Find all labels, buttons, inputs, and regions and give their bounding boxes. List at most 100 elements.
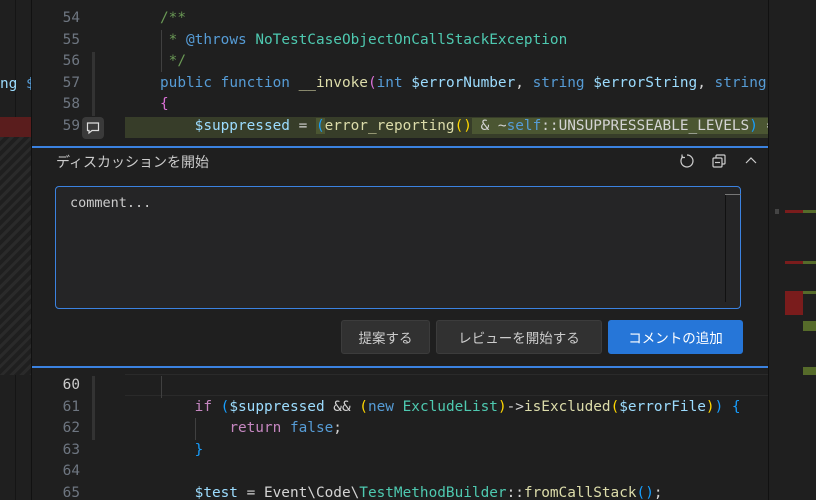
- code-token: (): [454, 118, 472, 134]
- code-token: ,: [515, 74, 533, 91]
- code-token: string: [714, 74, 767, 91]
- code-token: __invoke: [298, 74, 368, 91]
- code-token: $errorNumber: [411, 74, 516, 91]
- code-token: NoTestCaseObjectOnCallStackException: [255, 31, 568, 48]
- code-text: {: [160, 94, 169, 115]
- textarea-scrollbar[interactable]: [725, 194, 741, 302]
- code-text: public function __invoke(int $errorNumbe…: [160, 73, 768, 94]
- add-comment-button[interactable]: コメントの追加: [608, 320, 743, 354]
- overview-ruler[interactable]: [768, 0, 816, 500]
- line-number: 55: [62, 31, 80, 48]
- code-text: $test = Event\Code\TestMethodBuilder::fr…: [160, 483, 663, 500]
- code-token: new: [367, 398, 394, 415]
- widget-title: ディスカッションを開始: [56, 155, 210, 171]
- code-token: ): [705, 398, 715, 415]
- code-token: false: [289, 420, 334, 437]
- code-token: (: [610, 398, 620, 415]
- line-number: 61: [62, 398, 80, 415]
- code-token: {: [731, 398, 741, 415]
- code-token: =: [289, 118, 316, 134]
- code-line[interactable]: 55 * @throws NoTestCaseObjectOnCallStack…: [32, 30, 768, 51]
- code-line[interactable]: 56 */: [32, 51, 768, 72]
- code-token: @throws: [186, 31, 247, 48]
- code-fragment: ng $: [0, 74, 31, 95]
- code-line[interactable]: 64: [32, 461, 768, 482]
- line-number: 58: [62, 96, 80, 113]
- code-text: * @throws NoTestCaseObjectOnCallStackExc…: [160, 30, 568, 51]
- line-number: 56: [62, 53, 80, 70]
- add-comment-gutter-button[interactable]: [82, 117, 104, 139]
- code-line[interactable]: 58 {: [32, 94, 768, 115]
- code-token: & ~: [471, 118, 507, 134]
- code-token: $errorString: [593, 74, 698, 91]
- code-line[interactable]: 57 public function __invoke(int $errorNum…: [32, 73, 768, 94]
- code-line[interactable]: 60: [32, 375, 768, 396]
- line-number: 63: [62, 441, 80, 458]
- code-line[interactable]: 62 return false;: [32, 418, 768, 439]
- code-token: string: [532, 74, 585, 91]
- code-token: /**: [160, 10, 186, 26]
- code-token: &&: [324, 398, 360, 415]
- code-token: int: [376, 74, 403, 91]
- code-token: TestMethodBuilder: [359, 485, 507, 500]
- code-token: (: [359, 398, 368, 415]
- line-number: 62: [62, 420, 80, 437]
- code-token: (): [636, 485, 654, 500]
- code-token: $errorFile: [619, 398, 706, 415]
- code-text: $suppressed = (error_reporting() & ~self…: [160, 116, 768, 137]
- line-number: 64: [62, 463, 80, 480]
- code-token: = Event\Code\: [237, 485, 360, 500]
- refresh-icon[interactable]: [678, 152, 696, 170]
- code-text: */: [160, 51, 186, 72]
- code-token: ExcludeList: [402, 398, 498, 415]
- code-token: fromCallStack: [523, 485, 637, 500]
- start-review-button[interactable]: レビューを開始する: [436, 320, 602, 354]
- chevron-up-icon[interactable]: [742, 152, 760, 170]
- code-token: ::: [506, 485, 524, 500]
- editor-top[interactable]: 54 /** 55 * @throws NoTestCaseObjectOnCall…: [32, 0, 768, 146]
- code-token: function: [220, 74, 290, 91]
- code-line[interactable]: 65 $test = Event\Code\TestMethodBuilder:…: [32, 483, 768, 500]
- code-line[interactable]: 54 /**: [32, 8, 768, 29]
- code-token: (: [315, 118, 325, 134]
- line-number: 54: [62, 10, 80, 26]
- line-number: 65: [62, 485, 80, 500]
- code-line[interactable]: 59 $suppressed = (error_reporting() & ~s…: [32, 116, 768, 137]
- code-line[interactable]: 61 if ($suppressed && (new ExcludeList)-…: [32, 397, 768, 418]
- code-token: (: [367, 74, 377, 91]
- code-line[interactable]: 63 }: [32, 440, 768, 461]
- code-token: ,: [697, 74, 715, 91]
- code-text: /**: [160, 8, 186, 29]
- code-token: ;: [333, 420, 342, 437]
- comment-input[interactable]: [55, 186, 741, 309]
- suggest-button[interactable]: 提案する: [341, 320, 430, 354]
- line-number: 60: [62, 377, 80, 393]
- code-token: return: [229, 420, 282, 437]
- code-token: public: [160, 74, 212, 91]
- comment-widget: ディスカッションを開始 提案する レビューを開始する コメントの追加: [32, 146, 768, 368]
- code-token: }: [194, 441, 204, 458]
- editor-bottom[interactable]: 60 61 if ($suppressed && (new ExcludeList…: [32, 368, 768, 500]
- code-token: $suppressed: [229, 398, 325, 415]
- code-token: ng: [0, 76, 18, 92]
- code-token: ::UNSUPPRESSEABLE_LEVELS: [541, 118, 750, 134]
- code-token: isExcluded: [523, 398, 611, 415]
- code-text: if ($suppressed && (new ExcludeList)->is…: [160, 397, 741, 418]
- code-token: ->: [506, 398, 524, 415]
- collapse-all-icon[interactable]: [710, 152, 728, 170]
- original-diff-pane: ng $: [0, 0, 32, 500]
- code-token: */: [160, 53, 186, 70]
- code-token: if: [194, 398, 212, 415]
